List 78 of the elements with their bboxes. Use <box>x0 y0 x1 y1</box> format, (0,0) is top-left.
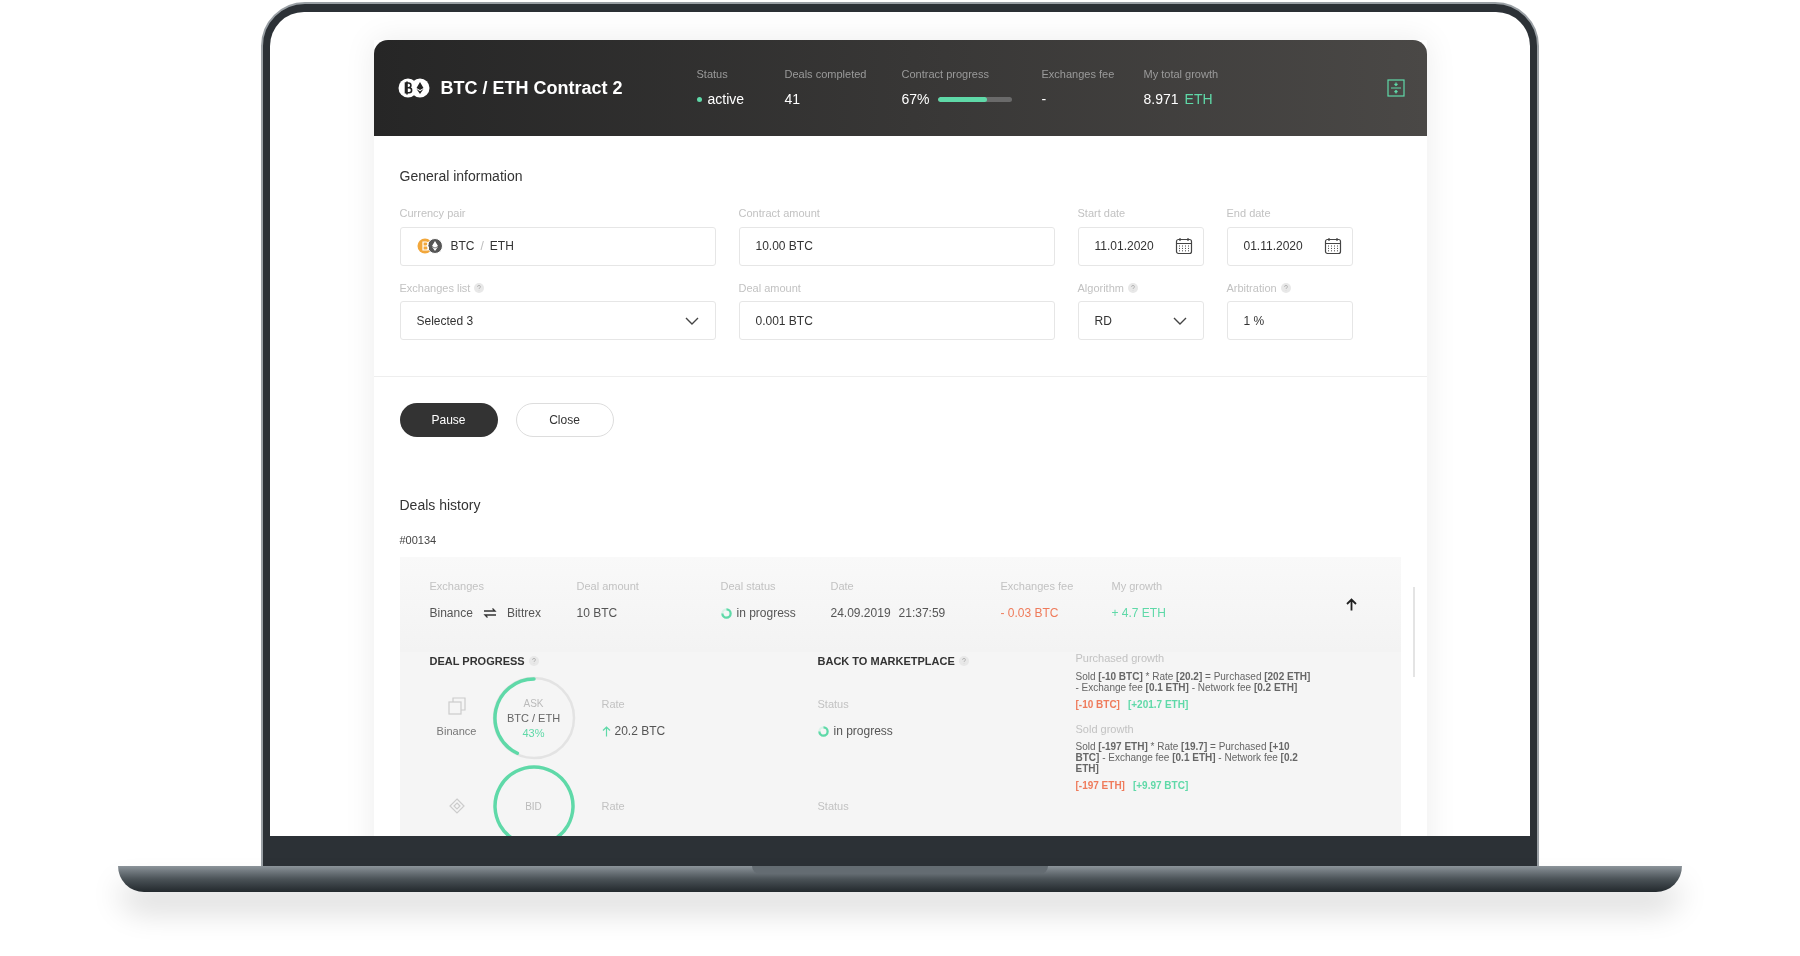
coin-pair-icon <box>416 238 445 254</box>
deal-id: #00134 <box>399 533 438 548</box>
exchange-name: Binance <box>436 723 477 739</box>
exchange-name: Bittrex <box>506 605 541 622</box>
date-field[interactable]: 01.11.2020 <box>1226 226 1353 266</box>
section-label: DEAL PROGRESS <box>429 653 525 669</box>
field-label: Algorithm <box>1077 280 1124 296</box>
progress-value: 67% <box>901 89 930 109</box>
gain-value: [+9.97 BTC] <box>1132 779 1189 793</box>
chevron-down-icon <box>1172 316 1187 325</box>
help-icon[interactable] <box>474 282 485 293</box>
growth-value: + 4.7 ETH <box>1111 605 1167 622</box>
help-icon[interactable] <box>1280 282 1291 293</box>
side-label: BID <box>525 799 542 814</box>
growth-formula: Sold [-197 ETH]* Rate [19.7] = Purchased [+10 BTC] - Exchange fee [0.1 ETH] - Network fee [0.2 ETH] <box>1075 741 1299 774</box>
pair-label: BTC / ETH <box>506 710 561 726</box>
secondary-button[interactable]: Close <box>515 403 614 437</box>
field-label: End date <box>1226 206 1271 221</box>
help-icon[interactable] <box>1127 282 1138 293</box>
side-label: ASK <box>523 696 544 711</box>
field-label: Deal amount <box>738 280 801 296</box>
select-field[interactable]: RD <box>1077 301 1204 340</box>
calendar-icon <box>1174 237 1193 255</box>
field-label: Arbitration <box>1226 280 1277 296</box>
stat-label: Contract progress <box>901 67 990 83</box>
diamond-icon <box>448 798 465 814</box>
select-field[interactable]: Selected 3 <box>399 301 716 340</box>
growth-formula: Sold [-10 BTC]* Rate [20.2] = Purchased [202 ETH] - Exchange fee [0.1 ETH] - Network fee [0.2 ETH] <box>1075 670 1312 693</box>
stat-label: Exchanges fee <box>1041 67 1116 83</box>
growth-value: 8.971 <box>1143 89 1179 109</box>
growth-unit: ETH <box>1184 89 1213 109</box>
field-label: Start date <box>1077 206 1126 221</box>
calendar-icon <box>1323 237 1342 255</box>
progress-ring-icon <box>720 607 732 619</box>
copy-icon <box>447 696 466 715</box>
loss-value: [-10 BTC] <box>1075 697 1120 712</box>
chevron-down-icon <box>684 316 699 325</box>
progress-ring-icon <box>817 725 829 737</box>
arrow-up-icon[interactable] <box>1345 597 1357 611</box>
section-title: Deals history <box>399 496 482 515</box>
field-label: Exchanges list <box>399 280 471 296</box>
field-label: Currency pair <box>399 206 466 221</box>
primary-button[interactable]: Pause <box>399 403 498 437</box>
input-field[interactable]: 0.001 BTC <box>738 301 1055 340</box>
stat-label: My total growth <box>1143 67 1220 83</box>
deal-status: in progress <box>736 605 796 622</box>
collapse-icon[interactable] <box>1386 79 1405 97</box>
help-icon[interactable] <box>958 656 969 666</box>
status-value: in progress <box>833 723 893 741</box>
section-title: General information <box>399 167 524 186</box>
deal-time: 21:37:59 <box>898 605 946 622</box>
status-value: active <box>707 89 745 109</box>
arrow-up-icon <box>601 725 611 737</box>
currency-pair-icon <box>397 78 430 98</box>
base-currency: BTC <box>450 238 475 255</box>
exchange-name: Binance <box>429 605 473 622</box>
contract-title: BTC / ETH Contract 2 <box>440 76 624 100</box>
stat-value: - <box>1041 89 1048 109</box>
section-label: BACK TO MARKETPLACE <box>817 653 955 669</box>
fee-value: - 0.03 BTC <box>1000 605 1060 622</box>
percent-label: 43% <box>522 725 545 741</box>
quote-currency: ETH <box>489 238 514 255</box>
gain-value: [+201.7 ETH] <box>1127 697 1189 712</box>
swap-icon <box>482 607 497 619</box>
rate-value: 20.2 BTC <box>614 723 666 741</box>
deal-amount: 10 BTC <box>576 605 619 622</box>
input-field[interactable]: 10.00 BTC <box>738 226 1055 266</box>
input-field[interactable]: 1 % <box>1226 301 1353 340</box>
help-icon[interactable] <box>528 656 539 666</box>
stat-value: 41 <box>784 89 802 109</box>
pair-separator: / <box>480 238 484 255</box>
date-field[interactable]: 11.01.2020 <box>1077 226 1204 266</box>
stat-label: Status <box>696 67 729 83</box>
field-label: Contract amount <box>738 206 820 221</box>
stat-label: Deals completed <box>784 67 868 83</box>
deal-date: 24.09.2019 <box>830 605 891 622</box>
loss-value: [-197 ETH] <box>1075 779 1125 793</box>
currency-pair-field[interactable]: BTC / ETH <box>399 226 716 266</box>
